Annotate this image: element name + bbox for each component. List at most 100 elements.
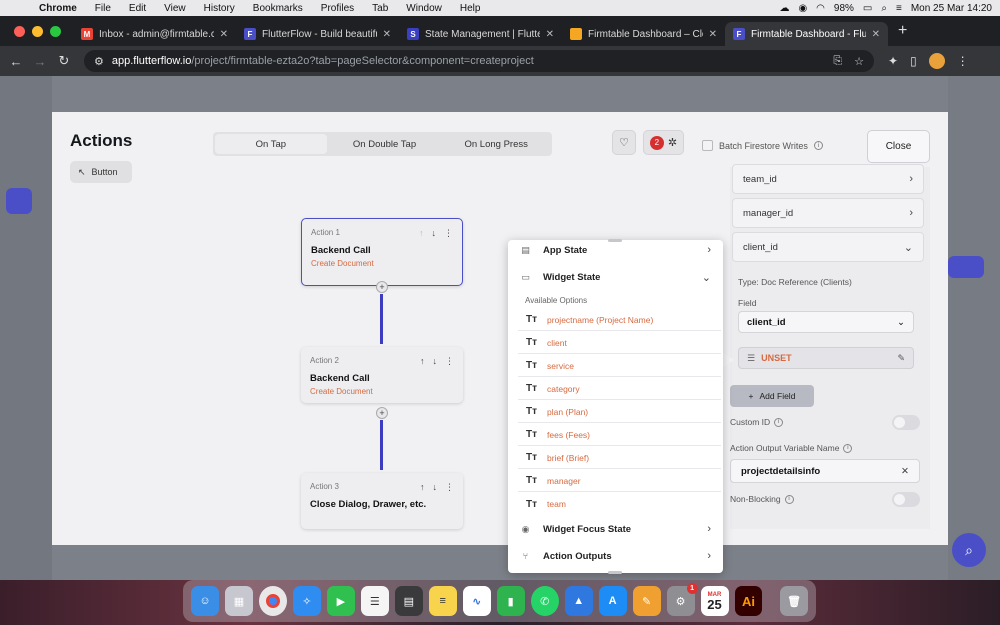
trash-icon[interactable]: 🗑 xyxy=(780,586,809,616)
widget-option-service[interactable]: Tт service xyxy=(518,355,721,377)
chrome-icon[interactable] xyxy=(258,586,287,616)
extensions-icon[interactable]: ✦ xyxy=(888,54,898,68)
close-tab-icon[interactable]: ✕ xyxy=(220,29,228,40)
tab-on-long-press[interactable]: On Long Press xyxy=(440,132,552,156)
pages-icon[interactable]: ✎ xyxy=(632,586,661,616)
reminders-icon[interactable]: ☰ xyxy=(360,586,389,616)
move-up-icon[interactable]: ↑ xyxy=(420,482,425,493)
calendar-icon[interactable]: MAR 25 xyxy=(700,586,729,616)
close-tab-icon[interactable]: ✕ xyxy=(383,29,391,40)
menu-app-chrome[interactable]: Chrome xyxy=(30,3,86,14)
info-icon[interactable]: i xyxy=(813,141,823,150)
reload-icon[interactable]: ↻ xyxy=(52,53,76,69)
move-up-icon[interactable]: ↑ xyxy=(420,356,425,367)
move-down-icon[interactable]: ↓ xyxy=(433,482,438,493)
field-row-team-id[interactable]: team_id › xyxy=(732,164,924,194)
close-button[interactable]: Close xyxy=(867,130,930,163)
facetime-icon[interactable]: ▶ xyxy=(326,586,355,616)
tab-on-tap[interactable]: On Tap xyxy=(215,134,327,154)
widget-option-client[interactable]: Tт client xyxy=(518,332,721,354)
batch-writes-checkbox[interactable] xyxy=(702,140,713,151)
safari-icon[interactable]: ✧ xyxy=(292,586,321,616)
menu-view[interactable]: View xyxy=(155,3,195,14)
menu-history[interactable]: History xyxy=(195,3,244,14)
bookmark-star-icon[interactable]: ☆ xyxy=(854,55,864,68)
widget-option-plan[interactable]: Tт plan (Plan) xyxy=(518,401,721,423)
creative-cloud-icon[interactable]: ☁ xyxy=(779,3,789,14)
battery-percent[interactable]: 98% xyxy=(834,3,854,14)
custom-id-toggle[interactable] xyxy=(892,415,920,430)
value-source-unset[interactable]: ☰ UNSET ✎ xyxy=(738,347,914,369)
app-store-icon[interactable]: A xyxy=(598,586,627,616)
field-row-client-id[interactable]: client_id ⌄ xyxy=(732,232,924,262)
browser-tab-firebase[interactable]: Firmtable Dashboard – Cloud ✕ xyxy=(562,22,725,46)
browser-tab-flutterflow-active[interactable]: F Firmtable Dashboard - Flutte ✕ xyxy=(725,22,888,46)
clear-icon[interactable]: ✕ xyxy=(901,466,909,477)
menu-edit[interactable]: Edit xyxy=(120,3,155,14)
profile-avatar[interactable] xyxy=(928,53,945,69)
side-panel-icon[interactable]: ▯ xyxy=(910,54,917,68)
menubar-clock[interactable]: Mon 25 Mar 14:20 xyxy=(911,3,992,14)
browser-tab-gmail[interactable]: M Inbox - admin@firmtable.com ✕ xyxy=(73,22,236,46)
move-down-icon[interactable]: ↓ xyxy=(432,228,437,239)
non-blocking-toggle[interactable] xyxy=(892,492,920,507)
close-window-button[interactable] xyxy=(14,25,25,37)
edit-pencil-icon[interactable]: ✎ xyxy=(897,353,905,364)
option-widget-focus-state[interactable]: ◉ Widget Focus State › xyxy=(508,516,723,542)
add-action-icon[interactable]: + xyxy=(376,407,388,419)
field-row-manager-id[interactable]: manager_id › xyxy=(732,198,924,228)
option-app-state[interactable]: ▤ App State › xyxy=(508,237,723,263)
widget-option-fees[interactable]: Tт fees (Fees) xyxy=(518,424,721,446)
zoom-window-button[interactable] xyxy=(50,25,61,37)
action-card-3[interactable]: Action 3 Close Dialog, Drawer, etc. ↑ ↓ … xyxy=(301,473,463,529)
info-icon[interactable]: i xyxy=(843,443,853,453)
info-icon[interactable]: i xyxy=(784,494,794,504)
widget-option-manager[interactable]: Tт manager xyxy=(518,470,721,492)
move-up-icon[interactable]: ↑ xyxy=(419,228,424,239)
widget-option-category[interactable]: Tт category xyxy=(518,378,721,400)
address-bar[interactable]: ⚙ app.flutterflow.io /project/firmtable-… xyxy=(84,50,874,72)
whatsapp-icon[interactable]: ✆ xyxy=(530,586,559,616)
move-down-icon[interactable]: ↓ xyxy=(433,356,438,367)
forward-icon[interactable]: → xyxy=(28,54,52,69)
info-icon[interactable]: i xyxy=(774,417,784,427)
option-action-outputs[interactable]: ⑂ Action Outputs › xyxy=(508,543,723,569)
back-icon[interactable]: ← xyxy=(4,54,28,69)
add-action-icon[interactable]: + xyxy=(376,281,388,293)
browser-tab-flutterflow-home[interactable]: F FlutterFlow - Build beautiful, m ✕ xyxy=(236,22,399,46)
widget-tag-button[interactable]: ↖ Button xyxy=(70,161,132,183)
menu-window[interactable]: Window xyxy=(397,3,451,14)
menu-file[interactable]: File xyxy=(86,3,120,14)
action-card-2[interactable]: Action 2 Backend Call Create Document ↑ … xyxy=(301,347,463,403)
widget-option-team[interactable]: Tт team xyxy=(518,493,721,515)
tab-on-double-tap[interactable]: On Double Tap xyxy=(329,132,441,156)
menu-tab[interactable]: Tab xyxy=(363,3,397,14)
system-settings-icon[interactable]: ⚙ 1 xyxy=(666,583,698,616)
widget-option-brief[interactable]: Tт brief (Brief) xyxy=(518,447,721,469)
close-tab-icon[interactable]: ✕ xyxy=(546,29,554,40)
menu-help[interactable]: Help xyxy=(451,3,490,14)
more-options-icon[interactable]: ⋮ xyxy=(445,482,454,493)
wifi-icon[interactable]: ◠ xyxy=(816,3,825,14)
screen-record-icon[interactable]: ◉ xyxy=(798,3,807,14)
close-tab-icon[interactable]: ✕ xyxy=(709,29,717,40)
chrome-menu-icon[interactable]: ⋮ xyxy=(957,54,969,68)
battery-icon[interactable]: ▭ xyxy=(863,3,872,14)
floating-search-button[interactable]: ⌕ xyxy=(952,533,986,567)
more-options-icon[interactable]: ⋮ xyxy=(444,228,453,239)
menu-bookmarks[interactable]: Bookmarks xyxy=(244,3,312,14)
freeform-icon[interactable]: ∿ xyxy=(462,586,491,616)
field-select[interactable]: client_id ⌄ xyxy=(738,311,914,333)
widget-option-projectname[interactable]: Tт projectname (Project Name) xyxy=(518,309,721,331)
numbers-icon[interactable]: ▮ xyxy=(496,586,525,616)
action-card-1[interactable]: Action 1 Backend Call Create Document ↑ … xyxy=(301,218,463,286)
errors-button[interactable]: 2 ✲ xyxy=(643,130,684,155)
control-center-icon[interactable]: ≡ xyxy=(896,3,902,14)
search-menubar-icon[interactable]: ⌕ xyxy=(881,3,887,14)
install-app-icon[interactable]: ⎘ xyxy=(833,55,842,68)
menu-profiles[interactable]: Profiles xyxy=(312,3,363,14)
output-var-input[interactable]: projectdetailsinfo ✕ xyxy=(730,459,920,483)
close-tab-icon[interactable]: ✕ xyxy=(872,29,880,40)
browser-tab-state-management[interactable]: S State Management | FlutterFlo ✕ xyxy=(399,22,562,46)
notes-icon[interactable]: ≡ xyxy=(428,586,457,616)
